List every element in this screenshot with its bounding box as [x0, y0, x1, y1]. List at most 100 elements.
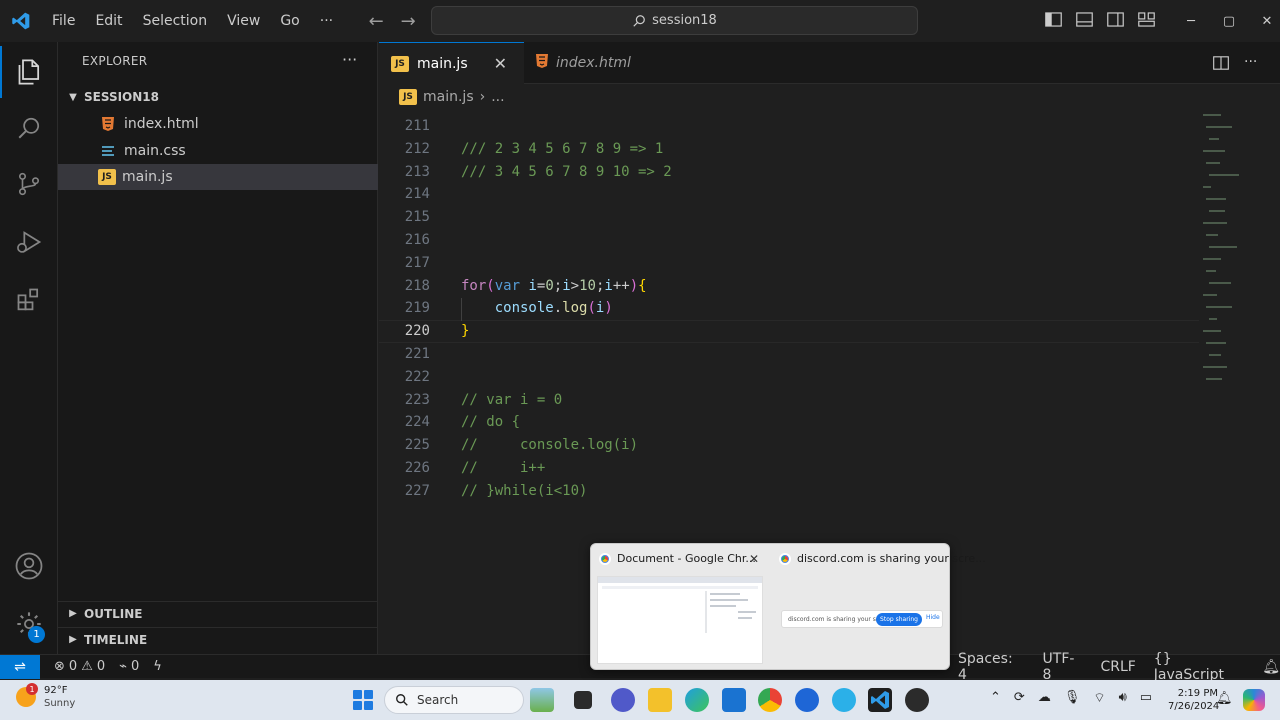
code-line[interactable]: 213 /// 3 4 5 6 7 8 9 10 => 2: [379, 161, 1209, 184]
remote-icon[interactable]: ⇌: [0, 654, 40, 679]
split-editor-icon[interactable]: [1212, 54, 1230, 72]
github-icon[interactable]: [905, 688, 929, 712]
notification-bell-icon[interactable]: 🔔︎: [1216, 691, 1233, 706]
thumbnail-discord-share[interactable]: discord.com is sharing your scre... disc…: [771, 544, 986, 671]
code-line[interactable]: 216: [379, 229, 1209, 252]
file-main-css[interactable]: main.css: [58, 138, 378, 164]
command-center-label: session18: [652, 13, 717, 28]
file-main-js[interactable]: JS main.js: [58, 164, 378, 190]
clock[interactable]: 2:19 PM 7/26/2024: [1168, 687, 1219, 713]
code-line[interactable]: 221: [379, 343, 1209, 366]
code-line[interactable]: 226 // i++: [379, 457, 1209, 480]
customize-layout-icon[interactable]: [1137, 10, 1156, 29]
accounts-icon[interactable]: [0, 540, 58, 592]
breadcrumb-file[interactable]: main.js: [423, 89, 474, 105]
widgets-landmark-icon[interactable]: [530, 688, 554, 712]
stop-sharing-button[interactable]: Stop sharing: [876, 613, 922, 626]
battery-icon[interactable]: ▭: [1140, 690, 1152, 706]
explorer-icon[interactable]: [0, 46, 58, 98]
code-line[interactable]: 222: [379, 366, 1209, 389]
minimize-icon[interactable]: ─: [1172, 0, 1210, 42]
chrome-taskbar-icon[interactable]: [758, 688, 782, 712]
sidebar-more-icon[interactable]: ···: [342, 50, 357, 69]
close-tab-icon[interactable]: ✕: [494, 54, 507, 73]
ports-status[interactable]: ⌁ 0: [119, 659, 139, 674]
tab-main-js[interactable]: JS main.js ✕: [379, 42, 524, 84]
line-number: 225: [404, 437, 430, 454]
taskbar-search[interactable]: Search: [384, 686, 524, 714]
code-line[interactable]: 219 console.log(i): [379, 297, 1209, 320]
file-index-html[interactable]: index.html: [58, 111, 378, 137]
maximize-icon[interactable]: ▢: [1210, 0, 1248, 42]
toggle-secondary-sidebar-icon[interactable]: [1106, 10, 1125, 29]
menu-selection[interactable]: Selection: [133, 0, 218, 42]
task-view-icon[interactable]: [574, 691, 592, 709]
folder-session18[interactable]: ▼ SESSION18: [58, 86, 378, 108]
chevron-up-icon[interactable]: ⌃: [990, 690, 1001, 706]
cloud-icon[interactable]: ☁: [1038, 690, 1051, 706]
menu-file[interactable]: File: [42, 0, 85, 42]
close-window-icon[interactable]: ✕: [1248, 0, 1280, 42]
volume-icon[interactable]: 🔊︎: [1119, 690, 1127, 706]
weather-widget[interactable]: 1 92°F Sunny: [16, 683, 75, 710]
updates-badge: 1: [28, 626, 45, 643]
outline-section[interactable]: ▶ OUTLINE: [58, 601, 378, 625]
eol-status[interactable]: CRLF: [1100, 659, 1135, 675]
toggle-primary-sidebar-icon[interactable]: [1044, 10, 1063, 29]
thumbnail-document[interactable]: Document - Google Chr... ✕: [591, 544, 769, 671]
menu-view[interactable]: View: [217, 0, 270, 42]
store-icon[interactable]: [722, 688, 746, 712]
encoding-status[interactable]: UTF-8: [1043, 651, 1083, 683]
code-line[interactable]: 223 // var i = 0: [379, 389, 1209, 412]
chevron-right-icon: ▶: [69, 608, 77, 619]
language-status[interactable]: {} JavaScript: [1154, 651, 1244, 683]
sync-icon[interactable]: ⟳: [1014, 690, 1025, 706]
code-line[interactable]: 212 /// 2 3 4 5 6 7 8 9 => 1: [379, 138, 1209, 161]
code-line[interactable]: 218 for(var i=0;i>10;i++){: [379, 275, 1209, 298]
wifi-icon[interactable]: ⌔: [1093, 690, 1105, 706]
microphone-icon[interactable]: 🎙︎: [1064, 690, 1081, 706]
copilot-icon[interactable]: [1243, 689, 1265, 711]
code-token: ;: [553, 277, 563, 294]
back-arrow-icon[interactable]: ←: [365, 11, 387, 32]
hide-button[interactable]: Hide: [926, 614, 940, 621]
timeline-section[interactable]: ▶ TIMELINE: [58, 627, 378, 651]
line-number: 213: [404, 163, 430, 180]
code-line[interactable]: 224 // do {: [379, 411, 1209, 434]
code-line[interactable]: 215: [379, 206, 1209, 229]
teams-chat-icon[interactable]: [611, 688, 635, 712]
tab-index-html[interactable]: index.html: [524, 42, 664, 84]
manage-gear-icon[interactable]: 1: [0, 598, 58, 650]
edge-icon[interactable]: [685, 688, 709, 712]
cyan-app-icon[interactable]: [832, 688, 856, 712]
extensions-icon[interactable]: [0, 274, 58, 326]
chevron-right-icon: ▶: [69, 634, 77, 645]
code-line[interactable]: 227 // }while(i<10): [379, 480, 1209, 503]
code-line[interactable]: 220}: [379, 320, 1209, 343]
code-line[interactable]: 211: [379, 115, 1209, 138]
toggle-panel-icon[interactable]: [1075, 10, 1094, 29]
search-view-icon[interactable]: [0, 102, 58, 154]
minimap[interactable]: [1203, 110, 1263, 410]
problems-status[interactable]: ⊗ 0 ⚠ 0: [54, 659, 105, 674]
code-line[interactable]: 217: [379, 252, 1209, 275]
breadcrumb-rest[interactable]: ...: [491, 89, 504, 105]
blue-app-icon[interactable]: [795, 688, 819, 712]
forward-arrow-icon[interactable]: →: [397, 11, 419, 32]
menu-go[interactable]: Go: [270, 0, 309, 42]
close-thumbnail-icon[interactable]: ✕: [749, 552, 759, 566]
code-line[interactable]: 214: [379, 183, 1209, 206]
notifications-bell-icon[interactable]: 🔔︎: [1262, 659, 1280, 675]
windows-start-icon[interactable]: [353, 690, 373, 710]
indentation-status[interactable]: Spaces: 4: [958, 651, 1025, 683]
run-debug-icon[interactable]: [0, 216, 58, 268]
source-control-icon[interactable]: [0, 158, 58, 210]
vscode-taskbar-icon[interactable]: [868, 688, 892, 712]
code-line[interactable]: 225 // console.log(i): [379, 434, 1209, 457]
file-explorer-icon[interactable]: [648, 688, 672, 712]
menu-more-icon[interactable]: ···: [310, 0, 343, 42]
lightning-icon[interactable]: ϟ: [153, 659, 162, 674]
command-center-search[interactable]: session18: [431, 6, 918, 35]
editor-more-icon[interactable]: ···: [1244, 54, 1257, 72]
menu-edit[interactable]: Edit: [85, 0, 132, 42]
